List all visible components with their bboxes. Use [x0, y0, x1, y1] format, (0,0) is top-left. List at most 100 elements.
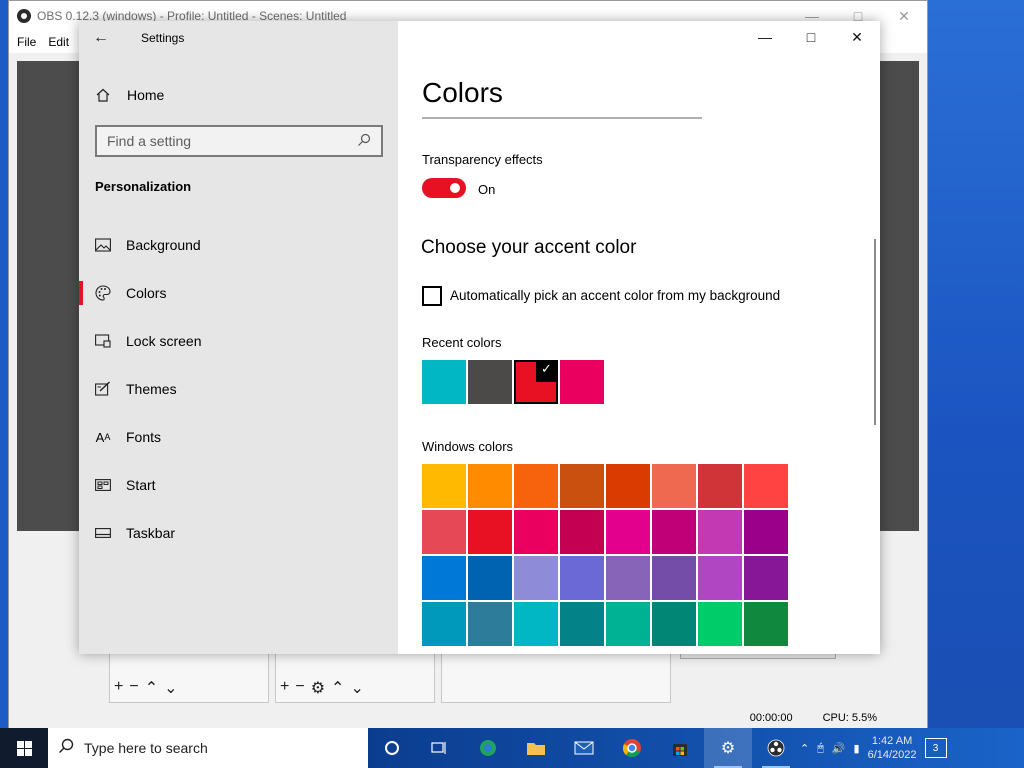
windows-color-swatch[interactable]	[560, 464, 604, 508]
sidebar-item-taskbar[interactable]: Taskbar	[79, 509, 398, 557]
windows-color-swatch[interactable]	[422, 602, 466, 646]
windows-color-swatch[interactable]	[468, 602, 512, 646]
windows-color-swatch[interactable]	[468, 464, 512, 508]
windows-color-swatch[interactable]	[698, 464, 742, 508]
sidebar-item-themes[interactable]: Themes	[79, 365, 398, 413]
sidebar-item-background[interactable]: Background	[79, 221, 398, 269]
windows-color-swatch[interactable]	[698, 510, 742, 554]
windows-color-swatch[interactable]	[560, 556, 604, 600]
windows-color-swatch[interactable]	[422, 510, 466, 554]
menu-file[interactable]: File	[17, 35, 36, 49]
source-down-icon[interactable]: ⌄	[350, 678, 363, 698]
page-title: Colors	[422, 77, 503, 108]
windows-color-swatch[interactable]	[606, 602, 650, 646]
windows-color-swatch[interactable]	[514, 510, 558, 554]
windows-color-swatch[interactable]	[514, 602, 558, 646]
windows-color-swatch[interactable]	[652, 510, 696, 554]
close-icon[interactable]: ✕	[834, 21, 880, 53]
windows-color-swatch[interactable]	[422, 556, 466, 600]
tray-chevron-up-icon[interactable]: ⌃	[800, 742, 809, 755]
windows-color-swatch[interactable]	[422, 464, 466, 508]
source-up-icon[interactable]: ⌃	[331, 678, 344, 698]
auto-pick-checkbox[interactable]	[422, 286, 442, 306]
windows-color-swatch[interactable]	[698, 556, 742, 600]
windows-color-swatch[interactable]	[606, 510, 650, 554]
task-view-icon[interactable]	[416, 728, 464, 768]
sidebar-item-start[interactable]: Start	[79, 461, 398, 509]
search-input[interactable]	[107, 133, 357, 149]
sidebar-item-label: Background	[126, 237, 201, 253]
sources-panel: + − ⚙ ⌃ ⌄	[275, 653, 435, 703]
windows-color-swatch[interactable]	[514, 464, 558, 508]
recent-color-swatch[interactable]	[560, 360, 604, 404]
back-arrow-icon[interactable]: ←	[79, 21, 123, 55]
sidebar-item-label: Colors	[126, 285, 167, 301]
source-settings-gear-icon[interactable]: ⚙	[311, 678, 325, 698]
windows-color-swatch[interactable]	[468, 510, 512, 554]
remove-source-icon[interactable]: −	[295, 678, 304, 698]
windows-color-swatch[interactable]	[560, 510, 604, 554]
lock-screen-icon	[95, 333, 111, 349]
windows-color-swatch[interactable]	[744, 556, 788, 600]
notification-center-icon[interactable]: 3	[924, 738, 947, 758]
add-source-icon[interactable]: +	[280, 678, 289, 698]
obs-taskbar-icon[interactable]	[752, 728, 800, 768]
windows-color-swatch[interactable]	[468, 556, 512, 600]
edge-icon[interactable]	[464, 728, 512, 768]
remove-scene-icon[interactable]: −	[129, 678, 138, 698]
recent-color-swatch[interactable]	[514, 360, 558, 404]
windows-color-swatch[interactable]	[698, 602, 742, 646]
network-icon[interactable]: 🖱	[817, 742, 824, 755]
recent-color-swatch[interactable]	[468, 360, 512, 404]
sidebar-item-label: Lock screen	[126, 333, 202, 349]
windows-color-swatch[interactable]	[514, 556, 558, 600]
windows-color-swatch[interactable]	[744, 602, 788, 646]
desktop-edge	[0, 0, 8, 728]
windows-color-swatch[interactable]	[652, 556, 696, 600]
add-scene-icon[interactable]: +	[114, 678, 123, 698]
toggle-state-label: On	[478, 182, 496, 197]
home-icon	[95, 87, 111, 103]
sidebar-item-colors[interactable]: Colors	[79, 269, 398, 317]
maximize-icon[interactable]: □	[788, 21, 834, 53]
recent-color-swatch[interactable]	[422, 360, 466, 404]
windows-color-swatch[interactable]	[560, 602, 604, 646]
search-icon[interactable]	[357, 133, 371, 150]
clock[interactable]: 1:42 AM 6/14/2022	[868, 734, 917, 762]
transparency-toggle[interactable]	[422, 178, 466, 198]
minimize-icon[interactable]: —	[742, 21, 788, 53]
windows-color-swatch[interactable]	[652, 464, 696, 508]
store-icon[interactable]	[656, 728, 704, 768]
search-box[interactable]	[95, 125, 383, 157]
file-explorer-icon[interactable]	[512, 728, 560, 768]
volume-icon[interactable]: 🔊	[832, 742, 846, 755]
settings-window-controls: — □ ✕	[742, 21, 880, 53]
settings-title: Settings	[141, 31, 185, 45]
taskbar-search[interactable]: Type here to search	[48, 728, 368, 768]
home-label: Home	[127, 87, 165, 103]
taskbar-icon	[95, 525, 111, 541]
windows-color-swatch[interactable]	[606, 556, 650, 600]
mail-icon[interactable]	[560, 728, 608, 768]
menu-edit[interactable]: Edit	[48, 35, 69, 49]
obs-close-icon[interactable]: ✕	[881, 1, 927, 31]
sidebar-item-lock-screen[interactable]: Lock screen	[79, 317, 398, 365]
settings-gear-icon[interactable]: ⚙	[704, 728, 752, 768]
scrollbar[interactable]	[874, 239, 876, 425]
themes-icon	[95, 381, 111, 397]
move-up-icon[interactable]: ⌃	[145, 678, 158, 698]
checkmark-icon	[536, 360, 558, 382]
windows-color-swatch[interactable]	[606, 464, 650, 508]
cortana-icon[interactable]	[368, 728, 416, 768]
move-down-icon[interactable]: ⌄	[164, 678, 177, 698]
taskbar-apps: ⚙ ⌃ 🖱 🔊 ▮ 1:42 AM 6/14/2022 3	[368, 728, 1024, 768]
sidebar-item-fonts[interactable]: AA Fonts	[79, 413, 398, 461]
windows-color-swatch[interactable]	[744, 464, 788, 508]
input-icon[interactable]: ▮	[854, 742, 860, 755]
chrome-icon[interactable]	[608, 728, 656, 768]
home-link[interactable]: Home	[95, 83, 164, 107]
start-button[interactable]	[0, 728, 48, 768]
windows-color-swatch[interactable]	[744, 510, 788, 554]
obs-logo-icon	[17, 9, 31, 23]
windows-color-swatch[interactable]	[652, 602, 696, 646]
